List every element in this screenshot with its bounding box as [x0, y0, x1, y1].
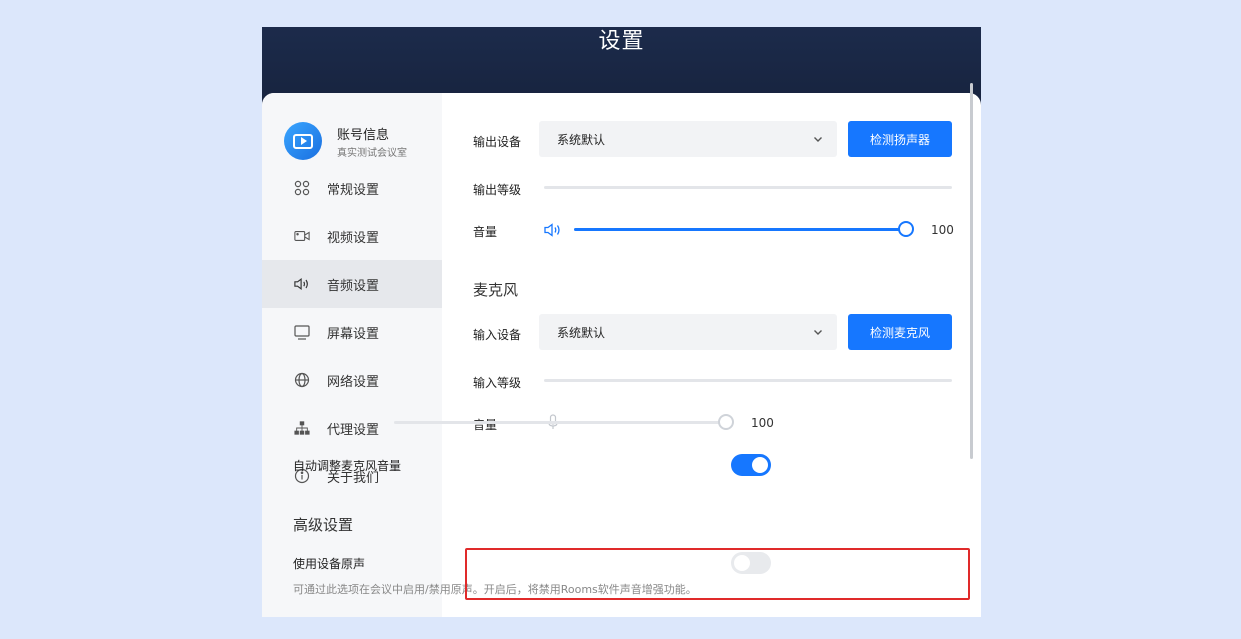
- output-level-label: 输出等级: [473, 183, 522, 197]
- account-name: 账号信息: [337, 128, 390, 143]
- original-sound-toggle[interactable]: [731, 552, 771, 574]
- sidebar-item-label: 代理设置: [327, 422, 380, 438]
- advanced-section-title: 高级设置: [293, 516, 354, 534]
- chevron-down-icon: [814, 137, 822, 142]
- microphone-section-title: 麦克风: [473, 281, 519, 299]
- input-device-label: 输入设备: [473, 328, 522, 342]
- speaker-icon: [294, 276, 310, 292]
- network-tree-icon: [294, 420, 310, 436]
- camera-icon: [294, 228, 310, 244]
- toggle-knob: [734, 555, 750, 571]
- speaker-volume-value: 100: [931, 223, 954, 237]
- chevron-down-icon: [814, 330, 822, 335]
- account-info[interactable]: 账号信息 真实测试会议室: [284, 120, 434, 164]
- mic-volume-slider[interactable]: [394, 414, 734, 430]
- input-level-meter: [544, 379, 952, 382]
- content-scrollbar[interactable]: [970, 83, 973, 459]
- sidebar-item-label: 常规设置: [327, 182, 380, 198]
- sidebar-item-network[interactable]: 网络设置: [262, 356, 442, 404]
- account-room-name: 真实测试会议室: [337, 148, 407, 159]
- sidebar-item-label: 网络设置: [327, 374, 380, 390]
- test-microphone-button[interactable]: 检测麦克风: [848, 314, 952, 350]
- sidebar-item-general[interactable]: 常规设置: [262, 164, 442, 212]
- sidebar-item-video[interactable]: 视频设置: [262, 212, 442, 260]
- auto-adjust-label: 自动调整麦克风音量: [293, 459, 402, 473]
- mic-volume-value: 100: [751, 416, 774, 430]
- sidebar-item-label: 音频设置: [327, 278, 380, 294]
- output-device-select[interactable]: 系统默认: [539, 121, 837, 157]
- toggle-knob: [752, 457, 768, 473]
- microphone-icon: [547, 414, 559, 434]
- settings-panel: 账号信息 真实测试会议室 常规设置 视频设置 音频设置 屏幕设置 网络设置 代理…: [262, 93, 981, 617]
- window-title: 设置: [598, 29, 645, 54]
- input-level-label: 输入等级: [473, 376, 522, 390]
- speaker-volume-icon: [544, 222, 562, 241]
- speaker-volume-label: 音量: [473, 225, 498, 239]
- output-device-label: 输出设备: [473, 135, 522, 149]
- output-level-meter: [544, 186, 952, 189]
- original-sound-description: 可通过此选项在会议中启用/禁用原声。开启后，将禁用Rooms软件声音增强功能。: [293, 583, 697, 596]
- sidebar-item-label: 屏幕设置: [327, 326, 380, 342]
- sidebar: 账号信息 真实测试会议室 常规设置 视频设置 音频设置 屏幕设置 网络设置 代理…: [262, 93, 442, 617]
- speaker-volume-slider[interactable]: [574, 221, 914, 237]
- rooms-logo-icon: [293, 133, 313, 149]
- output-device-value: 系统默认: [557, 132, 606, 147]
- sidebar-item-label: 视频设置: [327, 230, 380, 246]
- input-device-value: 系统默认: [557, 325, 606, 340]
- settings-window: 设置 账号信息 真实测试会议室 常规设置 视频设置 音频设置 屏幕设置 网络设置…: [262, 27, 981, 617]
- original-sound-label: 使用设备原声: [293, 557, 366, 571]
- sidebar-item-proxy[interactable]: 代理设置: [262, 404, 442, 452]
- mic-volume-label: 音量: [473, 418, 498, 432]
- test-speaker-button[interactable]: 检测扬声器: [848, 121, 952, 157]
- speaker-volume-fill: [574, 228, 906, 231]
- mic-volume-handle[interactable]: [718, 414, 734, 430]
- sidebar-item-screen[interactable]: 屏幕设置: [262, 308, 442, 356]
- grid-icon: [294, 180, 310, 196]
- audio-settings-content: 输出设备 系统默认 检测扬声器 输出等级 音量 100 麦克风 输入设备 系统默…: [442, 93, 981, 617]
- globe-icon: [294, 372, 310, 388]
- speaker-volume-handle[interactable]: [898, 221, 914, 237]
- input-device-select[interactable]: 系统默认: [539, 314, 837, 350]
- sidebar-item-audio[interactable]: 音频设置: [262, 260, 442, 308]
- auto-adjust-toggle[interactable]: [731, 454, 771, 476]
- avatar: [284, 122, 322, 160]
- monitor-icon: [294, 324, 310, 340]
